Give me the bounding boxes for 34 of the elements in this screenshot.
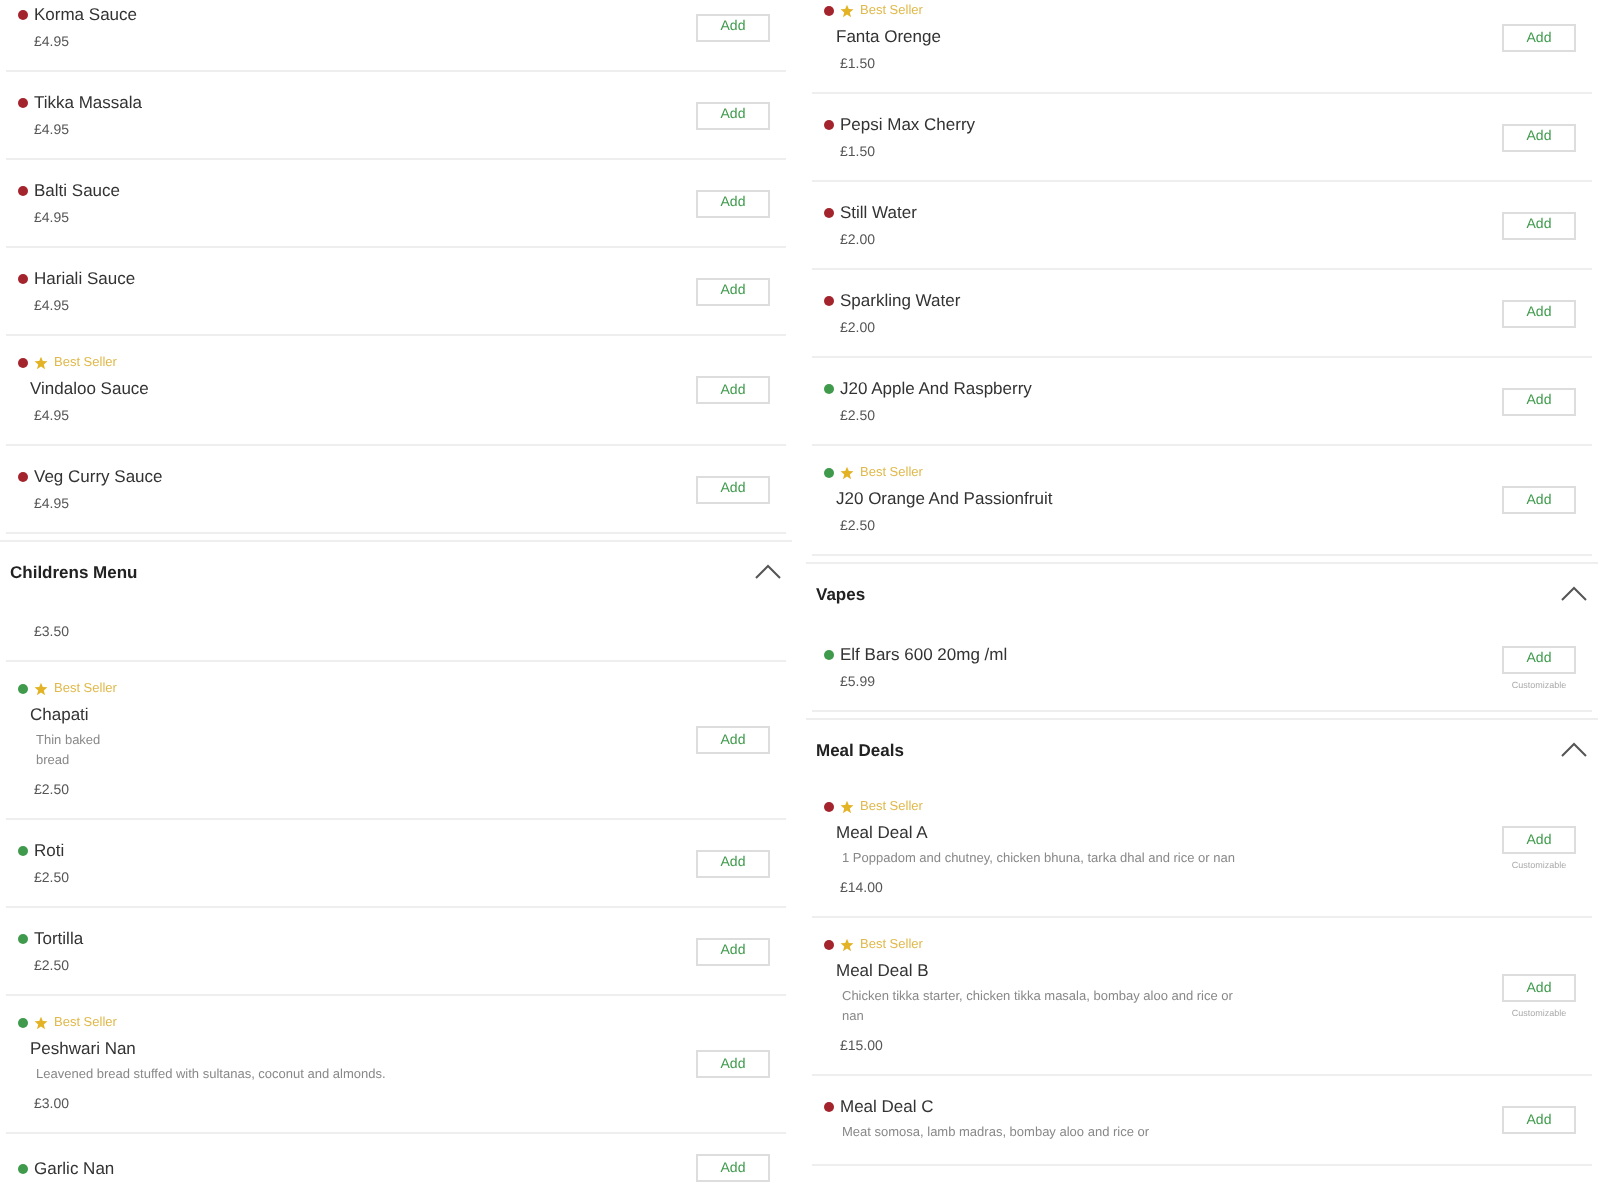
item-name: Still Water: [840, 202, 917, 222]
item-name: Hariali Sauce: [34, 268, 136, 288]
item-name: Pepsi Max Cherry: [840, 114, 976, 134]
section-title: Vapes: [816, 584, 866, 604]
star-icon: [840, 938, 854, 952]
section-header[interactable]: Childrens Menu: [0, 540, 792, 602]
star-icon: [34, 682, 48, 696]
star-icon: [34, 356, 48, 370]
star-icon: [840, 4, 854, 18]
section-header[interactable]: Meal Deals: [806, 718, 1598, 780]
item-name: Balti Sauce: [34, 180, 120, 200]
section-title: Childrens Menu: [10, 562, 138, 582]
star-icon: [840, 800, 854, 814]
item-name: Vindaloo Sauce: [30, 378, 149, 398]
item-name: Peshwari Nan: [30, 1038, 136, 1058]
star-icon: [34, 1016, 48, 1030]
item-name: Elf Bars 600 20mg /ml: [840, 644, 1008, 664]
item-name: Tortilla: [34, 928, 84, 948]
item-name: Chapati: [30, 704, 89, 724]
item-name: Korma Sauce: [34, 4, 137, 24]
item-name: Sparkling Water: [840, 290, 961, 310]
star-icon: [840, 466, 854, 480]
item-name: Meal Deal C: [840, 1096, 934, 1116]
item-name: Fanta Orenge: [836, 26, 941, 46]
item-name: Veg Curry Sauce: [34, 466, 163, 486]
item-name: Meal Deal A: [836, 822, 928, 842]
item-name: Garlic Nan: [34, 1158, 115, 1178]
item-name: Meal Deal B: [836, 960, 929, 980]
item-name: Roti: [34, 840, 65, 860]
section-header[interactable]: Vapes: [806, 562, 1598, 624]
item-name: J20 Apple And Raspberry: [840, 378, 1032, 398]
section-title: Meal Deals: [816, 740, 904, 760]
item-name: Tikka Massala: [34, 92, 143, 112]
item-name: J20 Orange And Passionfruit: [836, 488, 1053, 508]
